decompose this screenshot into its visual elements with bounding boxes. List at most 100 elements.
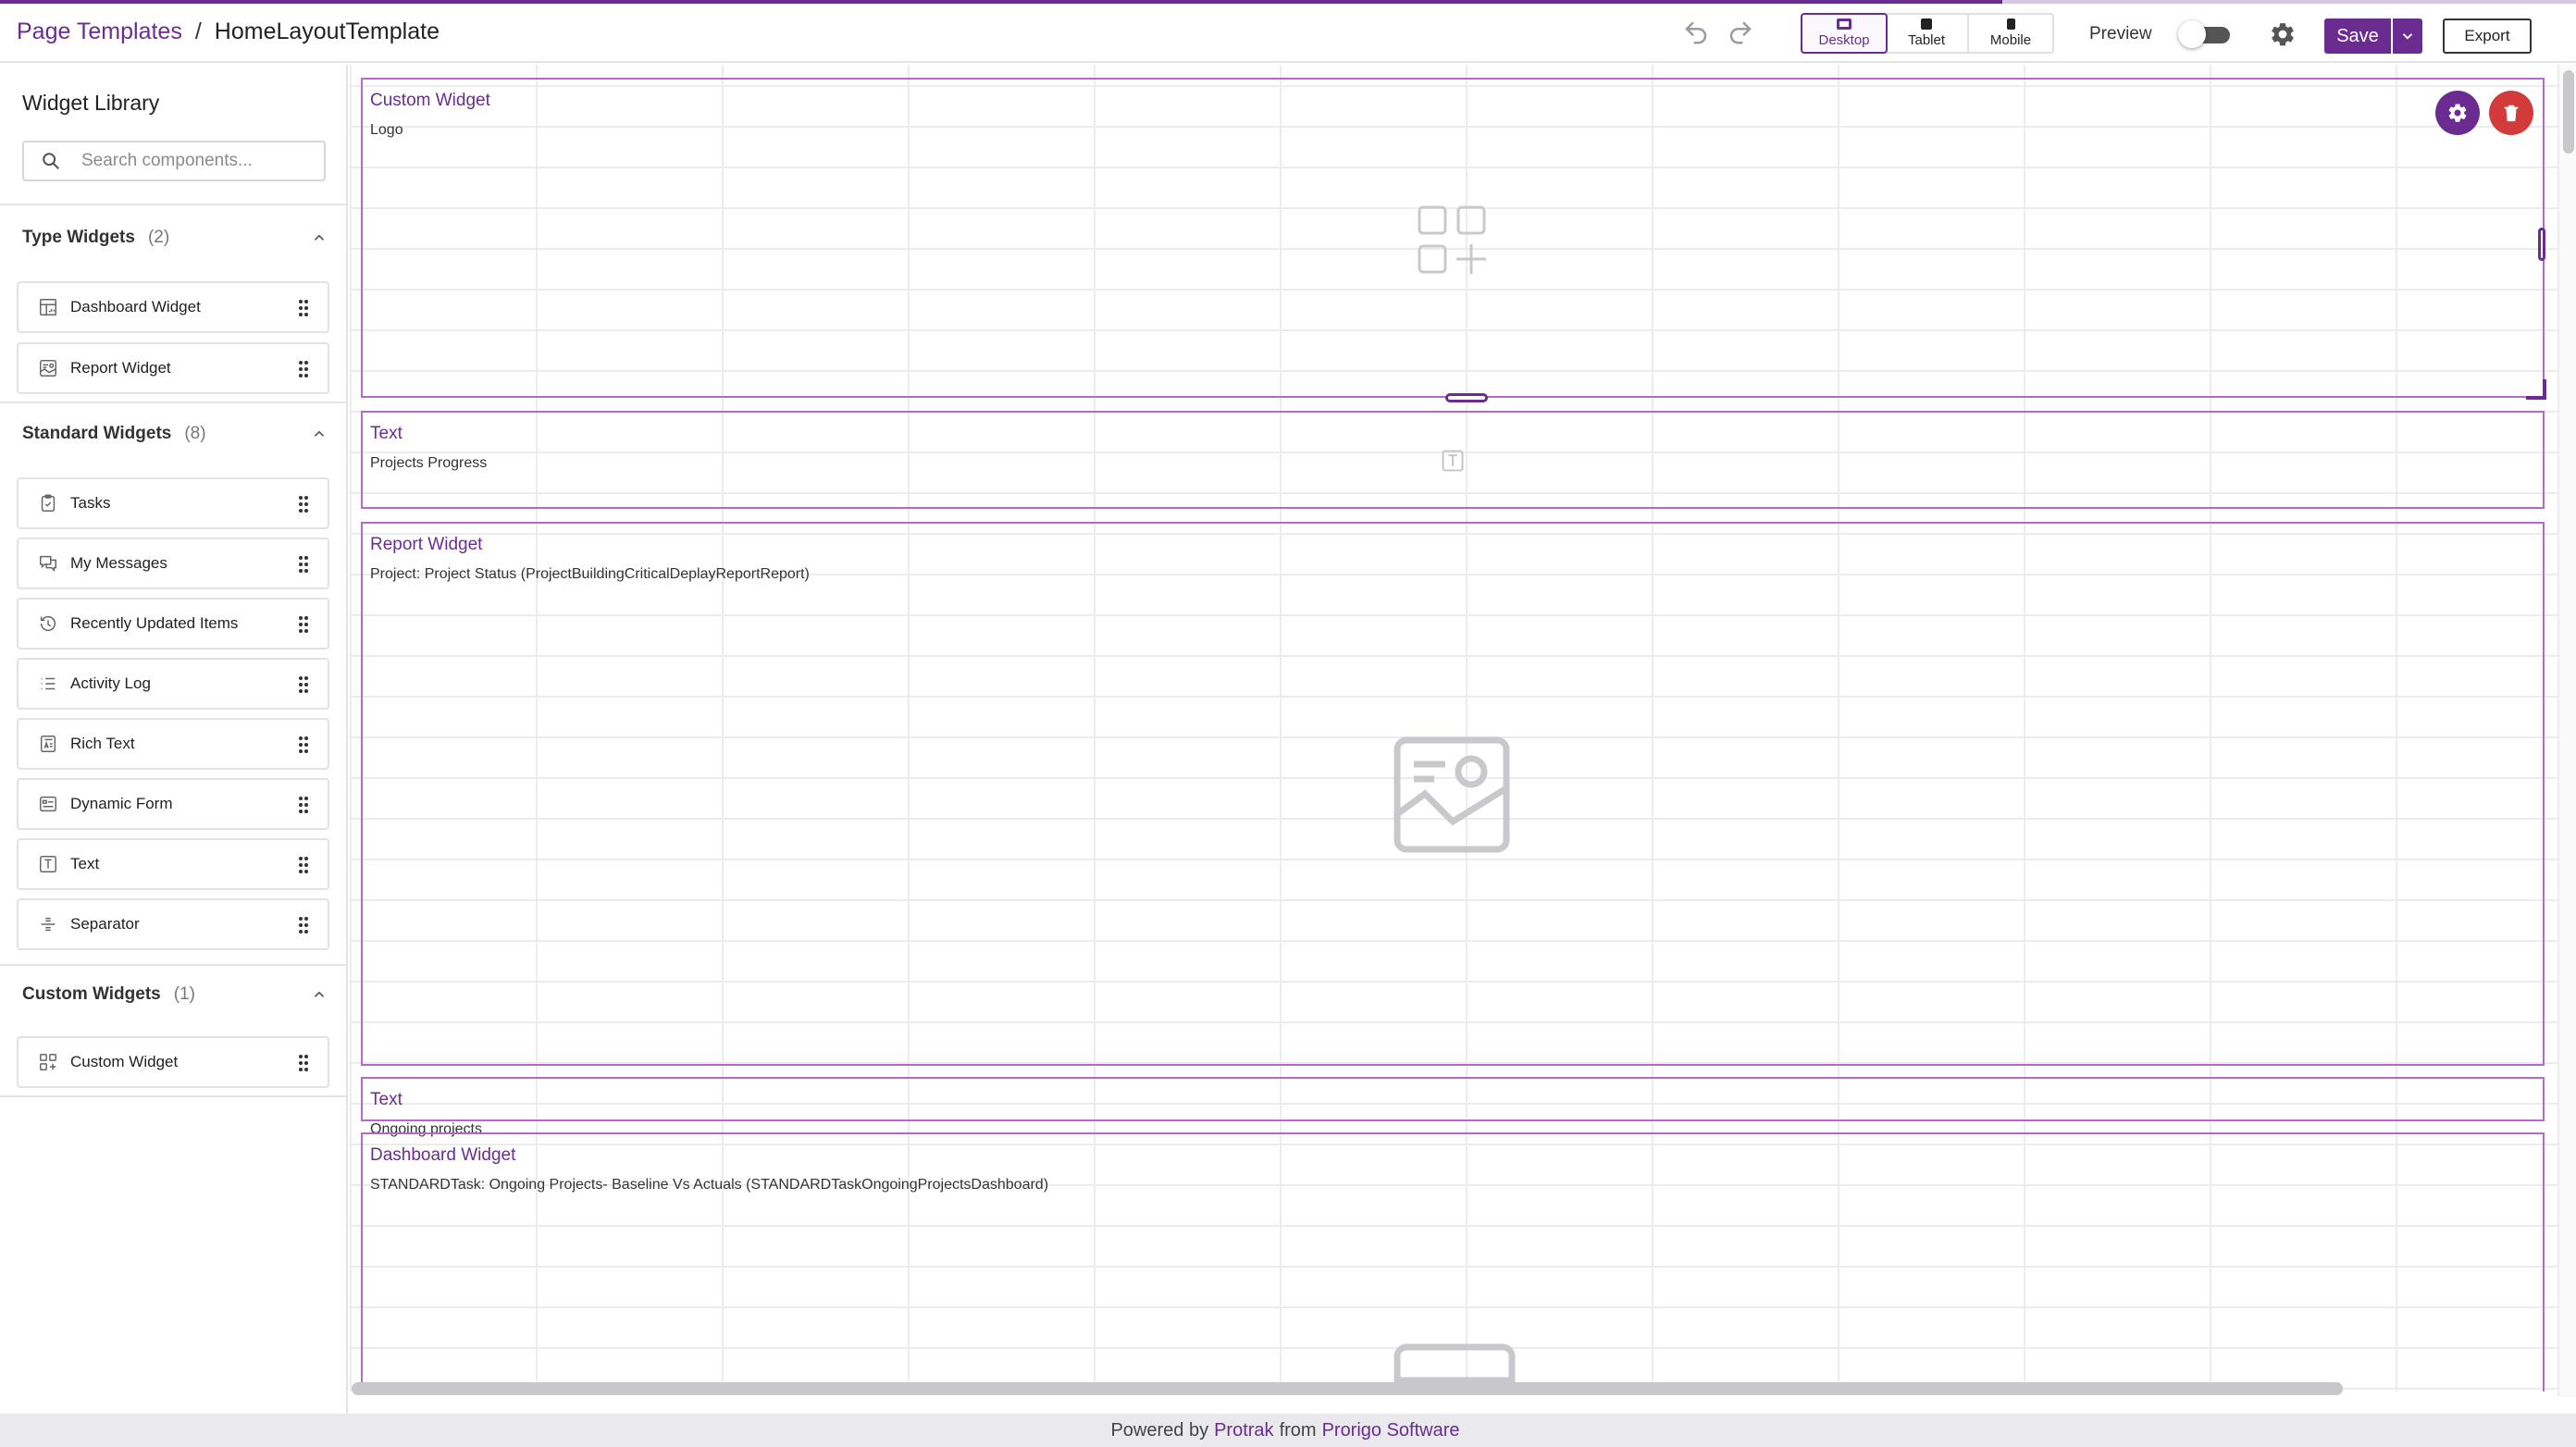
gear-icon[interactable]	[2269, 20, 2297, 48]
breadcrumb: Page Templates / HomeLayoutTemplate	[17, 19, 440, 45]
canvas-horizontal-scrollbar[interactable]	[352, 1382, 2343, 1395]
undo-icon[interactable]	[1682, 19, 1710, 51]
widget-subtitle: STANDARDTask: Ongoing Projects- Baseline…	[370, 1177, 1049, 1193]
custom-widget-icon	[37, 1051, 59, 1073]
widget-title: Custom Widget	[370, 91, 490, 110]
preview-control: Preview	[2089, 20, 2232, 48]
drag-handle-icon	[299, 361, 308, 377]
divider	[0, 204, 346, 205]
library-item-tasks[interactable]: Tasks	[17, 477, 329, 529]
redo-icon[interactable]	[1727, 19, 1754, 51]
custom-widget-placeholder-icon	[1418, 205, 1486, 274]
library-item-dynamic-form[interactable]: Dynamic Form	[17, 778, 329, 830]
report-icon	[37, 357, 59, 379]
drag-handle-icon	[299, 616, 308, 633]
library-item-dashboard-widget[interactable]: Dashboard Widget	[17, 281, 329, 333]
gear-icon	[2448, 104, 2467, 122]
canvas-widget-report[interactable]: Report Widget Project: Project Status (P…	[361, 522, 2545, 1066]
canvas-vertical-scrollbar[interactable]	[2557, 65, 2576, 1397]
library-item-label: Dashboard Widget	[70, 298, 201, 315]
section-title: Custom Widgets	[22, 984, 161, 1004]
tablet-icon	[1921, 19, 1932, 30]
text-icon	[37, 853, 59, 875]
canvas-widget-custom[interactable]: Custom Widget Logo	[361, 78, 2546, 402]
resize-handle-corner[interactable]	[2526, 379, 2546, 400]
section-title: Type Widgets	[22, 228, 135, 247]
layout-canvas[interactable]: Custom Widget Logo Text Projects Progres…	[350, 65, 2557, 1391]
widget-title: Text	[370, 424, 402, 443]
widget-title: Report Widget	[370, 535, 483, 554]
widget-settings-button[interactable]	[2435, 91, 2480, 135]
save-button[interactable]: Save	[2324, 19, 2391, 54]
section-count: (1)	[173, 984, 195, 1004]
divider	[0, 964, 346, 966]
resize-handle-right[interactable]	[2538, 228, 2545, 261]
library-item-recently-updated-items[interactable]: Recently Updated Items	[17, 598, 329, 649]
device-desktop-button[interactable]: Desktop	[1801, 13, 1888, 54]
mobile-icon	[2006, 19, 2015, 30]
drag-handle-icon	[299, 676, 308, 693]
section-custom-widgets-header[interactable]: Custom Widgets (1)	[22, 981, 328, 1008]
library-item-label: Tasks	[70, 494, 111, 512]
preview-toggle[interactable]	[2177, 20, 2232, 48]
library-item-label: Recently Updated Items	[70, 614, 239, 632]
library-item-label: Activity Log	[70, 674, 151, 692]
top-header: Page Templates / HomeLayoutTemplate Desk…	[0, 4, 2576, 63]
save-options-button[interactable]	[2391, 19, 2422, 54]
search-box	[22, 141, 326, 181]
library-item-activity-log[interactable]: Activity Log	[17, 658, 329, 710]
preview-label: Preview	[2089, 24, 2152, 43]
library-item-report-widget[interactable]: Report Widget	[17, 342, 329, 394]
form-icon	[37, 793, 59, 815]
page-title: HomeLayoutTemplate	[214, 19, 440, 44]
drag-handle-icon	[299, 736, 308, 753]
device-tablet-label: Tablet	[1907, 32, 1946, 48]
library-item-text[interactable]: Text	[17, 838, 329, 890]
library-item-custom-widget[interactable]: Custom Widget	[17, 1036, 329, 1088]
search-input[interactable]	[81, 151, 313, 171]
widget-actions	[2435, 91, 2533, 135]
footer-product-link[interactable]: Protrak	[1214, 1420, 1273, 1441]
widget-subtitle: Projects Progress	[370, 455, 488, 471]
library-item-label: My Messages	[70, 554, 167, 572]
divider	[0, 402, 346, 403]
device-mobile-button[interactable]: Mobile	[1969, 15, 2052, 52]
list-icon	[37, 673, 59, 695]
drag-handle-icon	[299, 300, 308, 316]
chevron-up-icon	[314, 234, 325, 241]
chevron-up-icon	[314, 991, 325, 997]
device-tablet-button[interactable]: Tablet	[1886, 15, 1969, 52]
device-desktop-label: Desktop	[1818, 32, 1870, 48]
divider	[0, 1095, 346, 1097]
separator-icon	[37, 913, 59, 935]
drag-handle-icon	[299, 496, 308, 513]
desktop-icon	[1837, 19, 1852, 30]
device-switcher: Desktop Tablet Mobile	[1801, 13, 2054, 54]
library-item-label: Custom Widget	[70, 1053, 179, 1070]
section-count: (2)	[147, 228, 170, 247]
footer-company-link[interactable]: Prorigo Software	[1322, 1420, 1460, 1441]
library-item-rich-text[interactable]: Rich Text	[17, 718, 329, 770]
drag-handle-icon	[299, 1055, 308, 1071]
library-item-my-messages[interactable]: My Messages	[17, 538, 329, 589]
section-title: Standard Widgets	[22, 424, 172, 443]
section-type-widgets-header[interactable]: Type Widgets (2)	[22, 224, 328, 252]
canvas-widget-dashboard[interactable]: Dashboard Widget STANDARDTask: Ongoing P…	[361, 1132, 2545, 1391]
resize-handle-bottom[interactable]	[1445, 393, 1488, 402]
canvas-widget-text-ongoing-projects[interactable]: Text Ongoing projects	[361, 1077, 2545, 1137]
canvas-widget-text-projects-progress[interactable]: Text Projects Progress	[361, 411, 2545, 509]
widget-delete-button[interactable]	[2489, 91, 2533, 135]
trash-icon	[2504, 105, 2519, 122]
section-standard-widgets-header[interactable]: Standard Widgets (8)	[22, 420, 328, 448]
library-item-label: Report Widget	[70, 359, 171, 377]
library-item-separator[interactable]: Separator	[17, 898, 329, 950]
export-button[interactable]: Export	[2443, 19, 2532, 54]
widget-subtitle: Project: Project Status (ProjectBuilding…	[370, 566, 810, 582]
messages-icon	[37, 552, 59, 575]
section-count: (8)	[184, 424, 206, 443]
footer: Powered by Protrak from Prorigo Software	[0, 1414, 2576, 1447]
breadcrumb-page-templates-link[interactable]: Page Templates	[17, 19, 182, 45]
footer-middle: from	[1279, 1419, 1317, 1441]
device-mobile-label: Mobile	[1989, 32, 2032, 48]
drag-handle-icon	[299, 556, 308, 573]
